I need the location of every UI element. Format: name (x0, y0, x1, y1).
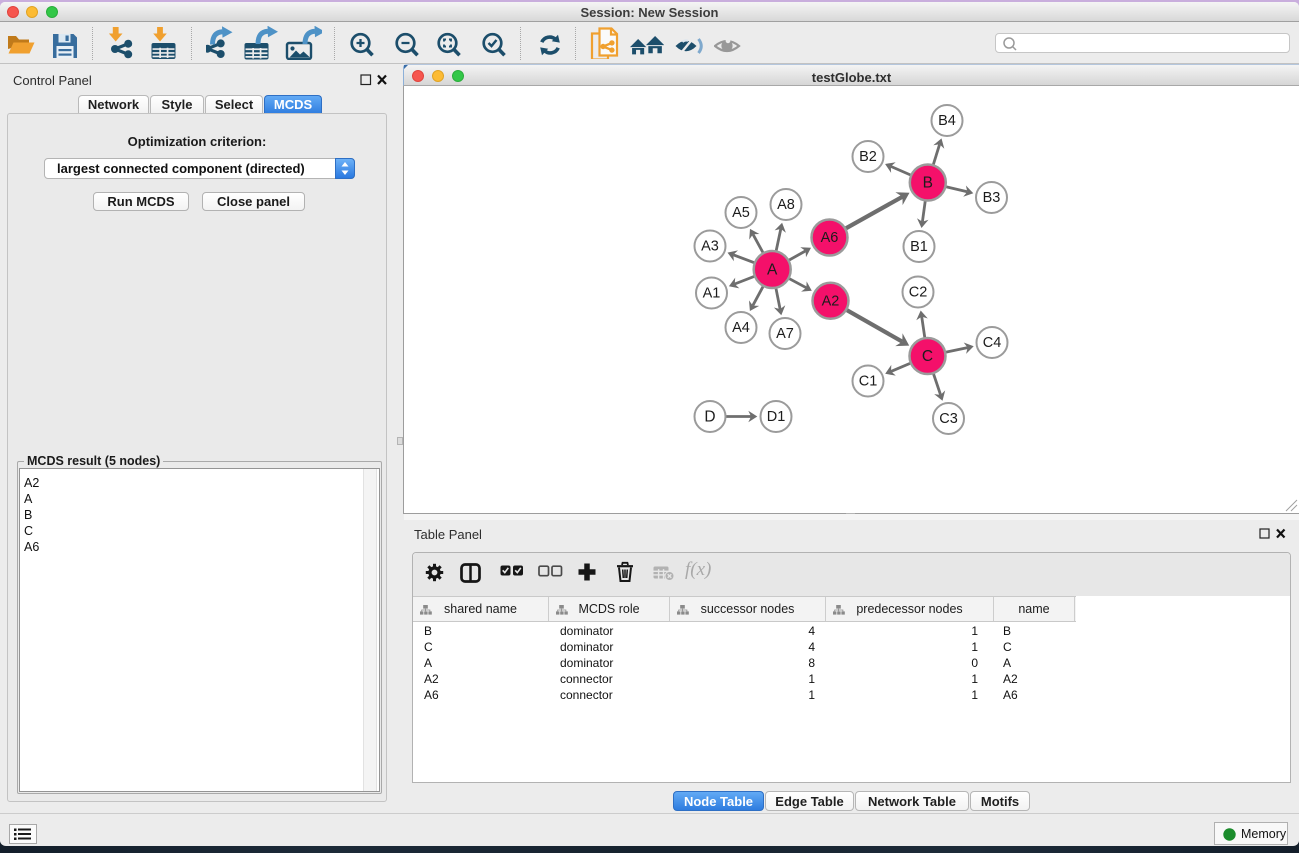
svg-text:B2: B2 (859, 149, 877, 165)
svg-text:C4: C4 (983, 335, 1002, 351)
svg-text:D: D (704, 409, 715, 426)
svg-text:A4: A4 (732, 320, 750, 336)
svg-text:C2: C2 (909, 285, 928, 301)
svg-text:A: A (767, 262, 778, 279)
svg-text:D1: D1 (767, 409, 786, 425)
svg-text:B3: B3 (983, 190, 1001, 206)
svg-text:B4: B4 (938, 113, 956, 129)
svg-text:A7: A7 (776, 326, 794, 342)
svg-text:C: C (922, 348, 933, 365)
svg-text:A5: A5 (732, 205, 750, 221)
svg-text:A2: A2 (822, 293, 840, 309)
svg-text:A8: A8 (777, 197, 795, 213)
svg-text:A1: A1 (703, 286, 721, 302)
svg-text:C1: C1 (859, 374, 878, 390)
svg-text:B: B (923, 175, 933, 192)
svg-text:A3: A3 (701, 239, 719, 255)
svg-text:A6: A6 (821, 230, 839, 246)
svg-text:B1: B1 (910, 239, 928, 255)
svg-text:C3: C3 (939, 411, 958, 427)
